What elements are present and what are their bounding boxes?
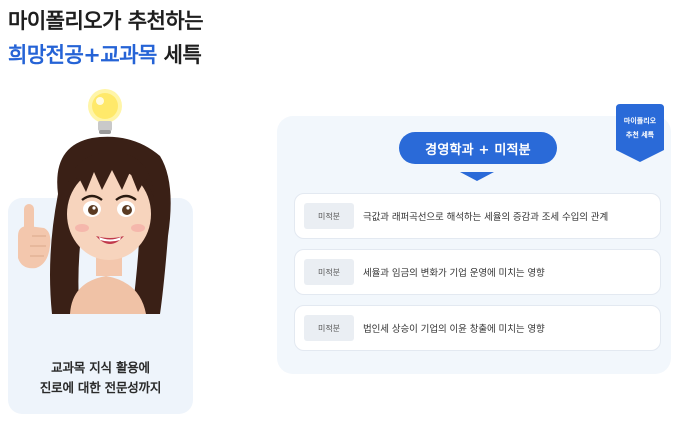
- left-card-caption: 교과목 지식 활용에 진로에 대한 전문성까지: [8, 358, 193, 398]
- topic-text: 법인세 상승이 기업의 이윤 창출에 미치는 영향: [363, 324, 545, 335]
- pill-pointer: [460, 172, 494, 181]
- avatar-illustration: [18, 89, 171, 314]
- list-item: 미적분 법인세 상승이 기업의 이윤 창출에 미치는 영향: [294, 305, 661, 351]
- list-item: 미적분 극값과 래퍼곡선으로 해석하는 세율의 증감과 조세 수입의 관계: [294, 193, 661, 239]
- subject-badge: 미적분: [304, 315, 354, 341]
- ribbon-label: 마이폴리오 추천 세특: [616, 114, 664, 142]
- subject-badge: 미적분: [304, 203, 354, 229]
- major-subject-pill: 경영학과 + 미적분: [399, 132, 557, 164]
- topic-list: 미적분 극값과 래퍼곡선으로 해석하는 세율의 증감과 조세 수입의 관계 미적…: [294, 193, 661, 361]
- topic-text: 세율과 임금의 변화가 기업 운영에 미치는 영향: [363, 268, 545, 279]
- headline-highlight: 희망전공+교과목: [8, 43, 157, 67]
- caption-line1: 교과목 지식 활용에: [51, 360, 150, 375]
- subject-badge: 미적분: [304, 259, 354, 285]
- ribbon-line2: 추천 세특: [625, 131, 655, 139]
- pointing-hand: [18, 204, 51, 269]
- headline-line2: 희망전공+교과목 세특: [8, 40, 203, 70]
- ribbon-line1: 마이폴리오: [623, 117, 657, 125]
- headline-line1: 마이폴리오가 추천하는: [8, 9, 204, 33]
- headline-rest: 세특: [156, 43, 202, 67]
- headline: 마이폴리오가 추천하는 희망전공+교과목 세특: [8, 6, 204, 70]
- list-item: 미적분 세율과 임금의 변화가 기업 운영에 미치는 영향: [294, 249, 661, 295]
- lightbulb-icon: [88, 89, 122, 134]
- caption-line2: 진로에 대한 전문성까지: [39, 380, 162, 395]
- topic-text: 극값과 래퍼곡선으로 해석하는 세율의 증감과 조세 수입의 관계: [363, 212, 609, 223]
